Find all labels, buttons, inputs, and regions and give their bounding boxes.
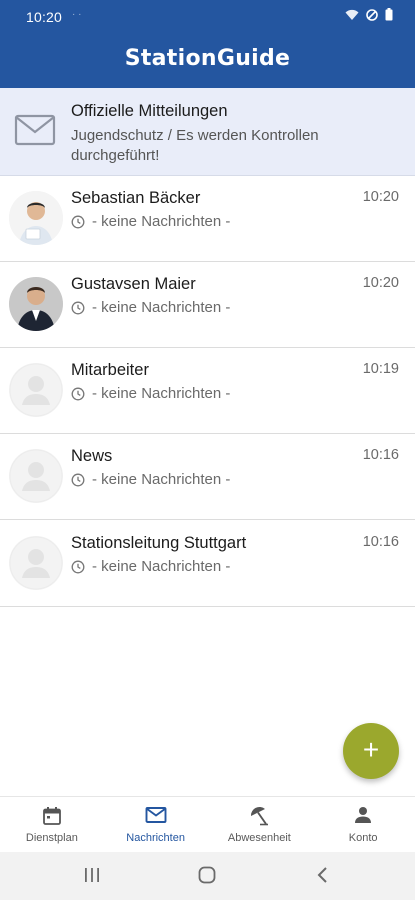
chat-name: Mitarbeiter bbox=[71, 361, 149, 379]
chat-item-stationsleitung-stuttgart[interactable]: Stationsleitung Stuttgart - keine Nachri… bbox=[0, 521, 415, 607]
bottom-navigation: Dienstplan Nachrichten Abwesenheit Konto bbox=[0, 796, 415, 852]
home-icon[interactable] bbox=[198, 866, 216, 884]
chat-preview: - keine Nachrichten - bbox=[92, 385, 231, 402]
system-navigation-bar bbox=[0, 852, 415, 900]
chat-preview-row: - keine Nachrichten - bbox=[71, 213, 230, 230]
chat-item-sebastian-baecker[interactable]: Sebastian Bäcker - keine Nachrichten - 1… bbox=[0, 176, 415, 262]
chat-name: News bbox=[71, 447, 113, 465]
chat-time: 10:20 bbox=[362, 189, 399, 205]
chat-item-news[interactable]: News - keine Nachrichten - 10:16 bbox=[0, 434, 415, 520]
chat-preview: - keine Nachrichten - bbox=[92, 299, 231, 316]
status-notification-dots: · · bbox=[72, 9, 82, 20]
nav-item-konto[interactable]: Konto bbox=[311, 797, 415, 852]
nav-label: Dienstplan bbox=[25, 832, 78, 844]
default-avatar-icon bbox=[9, 449, 63, 503]
app-title: StationGuide bbox=[124, 46, 291, 71]
status-icons bbox=[345, 8, 393, 21]
chat-preview: - keine Nachrichten - bbox=[92, 213, 231, 230]
avatar bbox=[9, 191, 63, 245]
default-avatar-icon bbox=[9, 363, 63, 417]
chat-preview-row: - keine Nachrichten - bbox=[71, 385, 230, 402]
chat-item-mitarbeiter[interactable]: Mitarbeiter - keine Nachrichten - 10:19 bbox=[0, 348, 415, 434]
nav-label: Konto bbox=[348, 832, 378, 844]
nav-item-abwesenheit[interactable]: Abwesenheit bbox=[208, 797, 312, 852]
status-bar: 10:20 · · bbox=[0, 0, 415, 34]
chat-time: 10:16 bbox=[362, 447, 399, 463]
chat-time: 10:16 bbox=[362, 534, 399, 550]
chat-item-gustavsen-maier[interactable]: Gustavsen Maier - keine Nachrichten - 10… bbox=[0, 262, 415, 348]
clock-icon bbox=[71, 301, 85, 314]
announcement-title: Offizielle Mitteilungen bbox=[71, 102, 228, 120]
app-header: 10:20 · · StationGuide bbox=[0, 0, 415, 88]
back-icon[interactable] bbox=[316, 866, 330, 884]
nav-item-nachrichten[interactable]: Nachrichten bbox=[104, 797, 208, 852]
recent-apps-icon[interactable] bbox=[84, 866, 100, 884]
calendar-icon bbox=[42, 807, 61, 825]
chat-preview-row: - keine Nachrichten - bbox=[71, 558, 230, 575]
chat-name: Stationsleitung Stuttgart bbox=[71, 534, 247, 552]
chat-preview: - keine Nachrichten - bbox=[92, 471, 231, 488]
chat-preview-row: - keine Nachrichten - bbox=[71, 471, 230, 488]
do-not-disturb-icon bbox=[366, 8, 378, 21]
clock-icon bbox=[71, 560, 85, 573]
clock-icon bbox=[71, 473, 85, 486]
beach-umbrella-icon bbox=[251, 806, 269, 826]
chat-name: Sebastian Bäcker bbox=[71, 189, 201, 207]
chat-time: 10:20 bbox=[362, 275, 399, 291]
chat-preview: - keine Nachrichten - bbox=[92, 558, 231, 575]
clock-icon bbox=[71, 215, 85, 228]
clock-icon bbox=[71, 387, 85, 400]
default-avatar-icon bbox=[9, 536, 63, 590]
status-time: 10:20 bbox=[26, 9, 63, 25]
chat-name: Gustavsen Maier bbox=[71, 275, 196, 293]
new-chat-button[interactable]: + bbox=[343, 723, 399, 779]
avatar bbox=[9, 277, 63, 331]
nav-label: Nachrichten bbox=[126, 832, 185, 844]
person-icon bbox=[355, 807, 372, 823]
chat-time: 10:19 bbox=[362, 361, 399, 377]
announcement-text: Jugendschutz / Es werden Kontrollen durc… bbox=[71, 127, 319, 164]
chat-preview-row: - keine Nachrichten - bbox=[71, 299, 230, 316]
nav-label: Abwesenheit bbox=[227, 832, 291, 844]
nav-item-dienstplan[interactable]: Dienstplan bbox=[0, 797, 104, 852]
mail-icon bbox=[14, 114, 56, 146]
wifi-icon bbox=[345, 9, 359, 20]
battery-icon bbox=[385, 8, 393, 21]
mail-icon bbox=[145, 807, 167, 823]
